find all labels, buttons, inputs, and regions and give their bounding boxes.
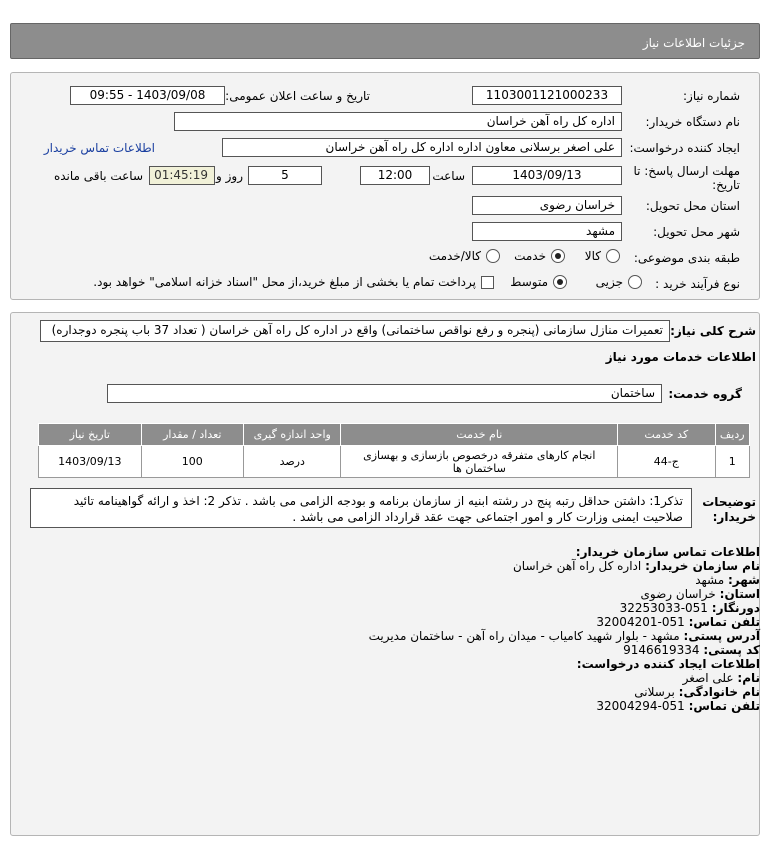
col-row-header: ردیف: [714, 423, 750, 446]
requester-field: علی اصغر برسلانی معاون اداره اداره کل را…: [222, 138, 622, 157]
treasury-payment-checkbox[interactable]: پرداخت تمام یا بخشی از مبلغ خرید،از محل …: [93, 275, 494, 289]
col-unit-header: واحد اندازه گیری: [243, 423, 342, 446]
contact-province: استان: خراسان رضوی: [640, 587, 760, 601]
days-label: روز و: [216, 169, 243, 183]
col-code-header: کد خدمت: [617, 423, 716, 446]
service-group-label: گروه خدمت:: [668, 387, 742, 401]
need-number-label: شماره نیاز:: [683, 89, 740, 103]
notes-field: تذکر1: داشتن حداقل رتبه پنج در رشته ابنی…: [30, 488, 692, 528]
creator-phone: تلفن تماس: 051-32004294: [596, 699, 760, 713]
remaining-time-field: 01:45:19: [149, 166, 215, 185]
table-row: 1 ج-44 انجام کارهای متفرقه درخصوص بازساز…: [38, 445, 750, 478]
table-header-row: ردیف کد خدمت نام خدمت واحد اندازه گیری ت…: [38, 423, 750, 446]
description-field: تعمیرات منازل سازمانی (پنجره و رفع نواقص…: [40, 320, 670, 342]
cell-row: 1: [714, 445, 750, 478]
contact-title: اطلاعات تماس سازمان خریدار:: [575, 545, 760, 559]
province-label: استان محل تحویل:: [645, 199, 740, 213]
announce-label: تاریخ و ساعت اعلان عمومی:: [225, 89, 370, 103]
col-name-header: نام خدمت: [340, 423, 619, 446]
category-option-goods[interactable]: کالا: [585, 249, 620, 263]
need-number-field: 1103001121000233: [472, 86, 622, 105]
page-title: جزئیات اطلاعات نیاز: [642, 36, 745, 50]
checkbox-icon[interactable]: [481, 275, 494, 289]
creator-title: اطلاعات ایجاد کننده درخواست:: [576, 657, 760, 671]
announce-datetime-field: 1403/09/08 - 09:55: [70, 86, 225, 105]
deadline-date-field: 1403/09/13: [472, 166, 622, 185]
service-group-field: ساختمان: [107, 384, 662, 403]
days-field: 5: [248, 166, 322, 185]
buyer-org-field: اداره کل راه آهن خراسان: [174, 112, 622, 131]
contact-address: آدرس پستی: مشهد - بلوار شهید کامیاب - می…: [368, 629, 760, 643]
cell-unit: درصد: [243, 445, 342, 478]
city-label: شهر محل تحویل:: [653, 225, 740, 239]
radio-icon[interactable]: [628, 275, 642, 289]
creator-last-name: نام خانوادگی: برسلانی: [634, 685, 760, 699]
services-table: ردیف کد خدمت نام خدمت واحد اندازه گیری ت…: [38, 423, 750, 478]
radio-selected-icon[interactable]: [551, 249, 565, 263]
page-header: جزئیات اطلاعات نیاز: [10, 23, 760, 59]
creator-first-name: نام: علی اصغر: [682, 671, 760, 685]
contact-org: نام سازمان خریدار: اداره کل راه آهن خراس…: [512, 559, 760, 573]
col-qty-header: تعداد / مقدار: [140, 423, 245, 446]
process-option-medium[interactable]: متوسط: [510, 275, 567, 289]
category-option-goods-service[interactable]: کالا/خدمت: [429, 249, 500, 263]
cell-date: 1403/09/13: [38, 445, 142, 478]
category-option-service[interactable]: خدمت: [514, 249, 565, 263]
deadline-time-field: 12:00: [360, 166, 430, 185]
need-info-panel: [10, 72, 760, 300]
contact-fax: دورنگار: 051-32253033: [619, 601, 760, 615]
contact-postal: کد پستی: 9146619334: [623, 643, 760, 657]
radio-icon[interactable]: [486, 249, 500, 263]
deadline-time-label: ساعت: [432, 169, 465, 183]
buyer-contact-link[interactable]: اطلاعات تماس خریدار: [44, 141, 155, 155]
remaining-label: ساعت باقی مانده: [53, 169, 143, 183]
contact-phone: تلفن تماس: 051-32004201: [596, 615, 760, 629]
deadline-label-line2: تاریخ:: [712, 178, 740, 192]
radio-icon[interactable]: [606, 249, 620, 263]
buyer-org-label: نام دستگاه خریدار:: [645, 115, 741, 129]
notes-label-line1: توضیحات: [702, 495, 756, 509]
category-label: طبقه بندی موضوعی:: [633, 251, 740, 265]
col-date-header: تاریخ نیاز: [38, 423, 142, 446]
cell-code: ج-44: [617, 445, 716, 478]
city-field: مشهد: [472, 222, 622, 241]
buyer-contact-section: اطلاعات تماس سازمان خریدار: نام سازمان خ…: [260, 545, 760, 713]
requester-label: ایجاد کننده درخواست:: [629, 141, 740, 155]
notes-label-line2: خریدار:: [712, 510, 756, 524]
services-section-title: اطلاعات خدمات مورد نیاز: [605, 350, 756, 364]
radio-selected-icon[interactable]: [553, 275, 567, 289]
description-label: شرح کلی نیاز:: [670, 324, 756, 338]
contact-city: شهر: مشهد: [695, 573, 760, 587]
province-field: خراسان رضوی: [472, 196, 622, 215]
deadline-label-line1: مهلت ارسال پاسخ: تا: [633, 164, 740, 178]
process-label: نوع فرآیند خرید :: [655, 277, 740, 291]
process-option-minor[interactable]: جزیی: [596, 275, 642, 289]
cell-name: انجام کارهای متفرقه درخصوص بازسازی و بهس…: [340, 445, 619, 478]
cell-qty: 100: [140, 445, 245, 478]
